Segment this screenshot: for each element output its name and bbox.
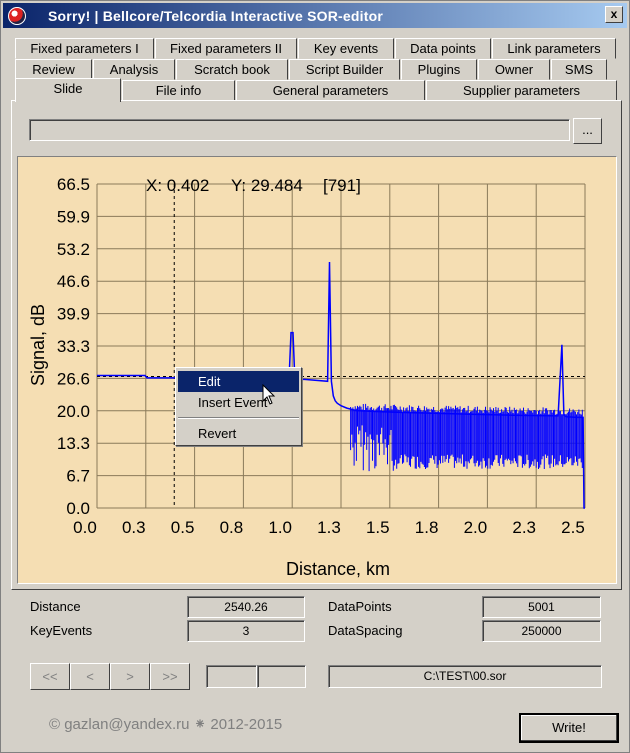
tab-link-parameters[interactable]: Link parameters — [492, 38, 616, 59]
y-tick-label: 59.9 — [57, 207, 90, 226]
x-tick-label: 1.3 — [317, 518, 341, 537]
tab-analysis[interactable]: Analysis — [93, 59, 175, 80]
app-window: Sorry! | Bellcore/Telcordia Interactive … — [0, 0, 630, 753]
y-tick-label: 0.0 — [66, 499, 90, 518]
distance-field[interactable]: 2540.26 — [187, 596, 305, 618]
y-tick-label: 26.6 — [57, 369, 90, 388]
readout-x: X: 0.402 — [146, 176, 209, 195]
keyevents-field[interactable]: 3 — [187, 620, 305, 642]
tab-script-builder[interactable]: Script Builder — [289, 59, 400, 80]
x-tick-label: 1.5 — [366, 518, 390, 537]
menu-item-insert-event[interactable]: Insert Event — [178, 392, 299, 413]
browse-button[interactable]: ... — [573, 118, 602, 144]
tab-plugins[interactable]: Plugins — [401, 59, 477, 80]
y-tick-label: 39.9 — [57, 305, 90, 324]
tab-data-points[interactable]: Data points — [395, 38, 491, 59]
y-tick-label: 6.7 — [66, 467, 90, 486]
dataspacing-field[interactable]: 250000 — [482, 620, 601, 642]
context-menu: Edit Insert Event Revert — [175, 367, 302, 446]
tab-slide[interactable]: Slide — [15, 78, 121, 102]
x-tick-label: 2.3 — [512, 518, 536, 537]
trace-chart-svg[interactable]: 66.5 59.9 53.2 46.6 39.9 33.3 26.6 20.0 13.3 6.7 0… — [18, 157, 618, 585]
x-tick-label: 1.8 — [415, 518, 439, 537]
y-tick-label: 20.0 — [57, 402, 90, 421]
y-tick-label: 13.3 — [57, 434, 90, 453]
last-button[interactable]: >> — [150, 663, 190, 690]
datapoints-field[interactable]: 5001 — [482, 596, 601, 618]
menu-item-revert[interactable]: Revert — [178, 423, 299, 444]
tab-owner[interactable]: Owner — [478, 59, 550, 80]
prev-button[interactable]: < — [70, 663, 110, 690]
path-input[interactable] — [29, 119, 570, 141]
y-tick-label: 46.6 — [57, 272, 90, 291]
app-logo-icon — [8, 6, 26, 25]
trace-plot[interactable]: 66.5 59.9 53.2 46.6 39.9 33.3 26.6 20.0 13.3 6.7 0… — [17, 156, 617, 584]
first-button[interactable]: << — [30, 663, 70, 690]
x-tick-label: 0.3 — [122, 518, 146, 537]
window-title: Sorry! | Bellcore/Telcordia Interactive … — [48, 7, 383, 24]
mouse-pointer-icon — [262, 384, 276, 405]
position-field-2 — [257, 665, 306, 688]
tab-fixed-parameters-1[interactable]: Fixed parameters I — [15, 38, 154, 59]
dataspacing-label: DataSpacing — [328, 623, 403, 638]
x-tick-label: 0.0 — [73, 518, 97, 537]
readout-y: Y: 29.484 — [231, 176, 303, 195]
x-axis-label: Distance, km — [286, 559, 390, 579]
x-tick-label: 1.0 — [268, 518, 292, 537]
copyright-text: © gazlan@yandex.ru ⁕ 2012-2015 — [49, 716, 283, 733]
file-path-field: C:\TEST\00.sor — [328, 665, 602, 688]
menu-item-edit[interactable]: Edit — [178, 371, 299, 392]
keyevents-label: KeyEvents — [30, 623, 93, 638]
tab-key-events[interactable]: Key events — [298, 38, 394, 59]
tab-supplier-parameters[interactable]: Supplier parameters — [426, 80, 617, 101]
y-tick-label: 66.5 — [57, 175, 90, 194]
x-tick-label: 0.5 — [171, 518, 195, 537]
x-tick-label: 2.0 — [464, 518, 488, 537]
menu-separator — [178, 417, 299, 419]
y-tick-label: 53.2 — [57, 240, 90, 259]
tab-fixed-parameters-2[interactable]: Fixed parameters II — [155, 38, 297, 59]
write-button[interactable]: Write! — [519, 713, 619, 743]
next-button[interactable]: > — [110, 663, 150, 690]
tab-file-info[interactable]: File info — [122, 80, 235, 101]
position-field-1 — [206, 665, 257, 688]
distance-label: Distance — [30, 599, 81, 614]
y-axis-label: Signal, dB — [28, 304, 48, 386]
title-bar: Sorry! | Bellcore/Telcordia Interactive … — [3, 3, 627, 28]
x-tick-label: 2.5 — [561, 518, 585, 537]
tab-sms[interactable]: SMS — [551, 59, 607, 80]
readout-index: [791] — [323, 176, 361, 195]
tab-review[interactable]: Review — [15, 59, 92, 80]
y-tick-label: 33.3 — [57, 337, 90, 356]
x-tick-label: 0.8 — [220, 518, 244, 537]
close-button[interactable]: x — [605, 6, 623, 23]
datapoints-label: DataPoints — [328, 599, 392, 614]
tab-general-parameters[interactable]: General parameters — [236, 80, 425, 101]
tab-scratch-book[interactable]: Scratch book — [176, 59, 288, 80]
